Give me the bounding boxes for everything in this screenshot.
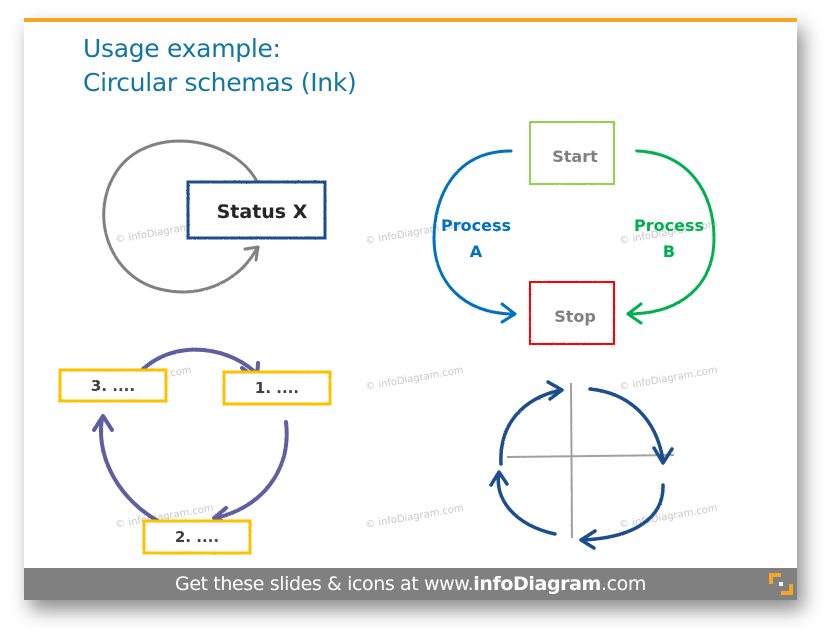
step-3-label: 3. .... (91, 377, 135, 395)
footer-text: Get these slides & icons at www.infoDiag… (24, 568, 797, 600)
watermark: © infoDiagram.com (365, 503, 465, 531)
diagrams-canvas: © infoDiagram.com © infoDiagram.com © in… (58, 121, 719, 555)
start-stop-diagram: Start Stop Process A Process B (432, 121, 716, 345)
infodiagram-logo-icon[interactable] (769, 572, 793, 596)
process-b-label-line1: Process (634, 216, 704, 235)
quadrant-arrow-2 (588, 387, 665, 462)
process-b-label-line2: B (663, 242, 675, 261)
watermark: © infoDiagram.com (619, 503, 719, 531)
status-label: Status X (217, 201, 308, 223)
three-step-diagram: 3. .... 1. .... 2. .... (58, 347, 332, 555)
cycle-arrow-2 (214, 420, 289, 520)
stop-label: Stop (554, 307, 596, 326)
process-a-label-line1: Process (441, 216, 511, 235)
start-label: Start (552, 147, 598, 166)
footer-suffix: .com (600, 573, 646, 595)
watermark: © infoDiagram.com (619, 365, 719, 393)
footer-prefix: Get these slides & icons at www. (175, 573, 474, 595)
horizontal-axis (506, 454, 675, 458)
step-1-label: 1. .... (255, 379, 299, 397)
four-quadrant-diagram (489, 380, 675, 550)
vertical-axis (570, 382, 573, 539)
step-2-label: 2. .... (175, 528, 219, 546)
footer-banner: Get these slides & icons at www.infoDiag… (24, 568, 797, 600)
process-a-label-line2: A (470, 242, 483, 261)
footer-brand-link[interactable]: infoDiagram (473, 573, 601, 595)
slide: Usage example: Circular schemas (Ink) © … (24, 18, 797, 600)
watermarks: © infoDiagram.com © infoDiagram.com © in… (93, 218, 719, 531)
quadrant-arrow-1 (499, 388, 563, 466)
status-cycle-diagram: Status X (102, 139, 327, 294)
watermark: © infoDiagram.com (365, 365, 465, 393)
